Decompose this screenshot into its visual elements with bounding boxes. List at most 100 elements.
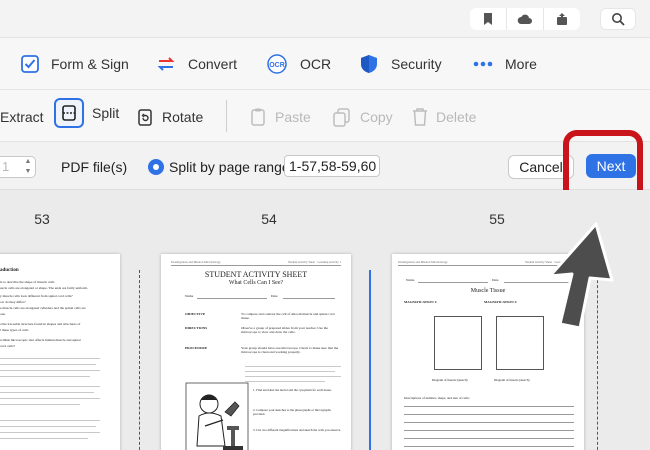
sketch-caption: Diagram of muscle (sketch) [432, 378, 468, 382]
shield-icon [361, 55, 377, 73]
page-thumbnail-53[interactable]: aduction ls to describe the shape of mus… [0, 254, 120, 450]
row-label: DIRECTIONS [185, 326, 208, 330]
search-button[interactable] [600, 8, 636, 30]
more-dots-icon [473, 61, 493, 67]
chevron-down-icon[interactable]: ▼ [25, 168, 32, 176]
row-label: OBJECTIVE [185, 312, 206, 316]
extract-label: Extract [0, 109, 44, 125]
page-text-line: a the traceable structure found in shape… [0, 322, 81, 326]
bookmark-icon [484, 13, 492, 25]
page-subtitle: What Cells Can I See? [228, 280, 284, 286]
toolbar-label: Form & Sign [51, 56, 129, 72]
delete-label: Delete [436, 109, 477, 125]
app-window: Form & Sign Convert OCR OCR Security Mor… [0, 0, 650, 450]
stepper-arrows[interactable]: ▲ ▼ [23, 158, 33, 176]
page-selection-indicator [369, 270, 371, 450]
procedure-step: 1. Find and label the nuclei and the cyt… [253, 388, 332, 392]
sketch-caption: Diagram of muscle (sketch) [494, 378, 530, 382]
toolbar-label: Security [391, 56, 442, 72]
chevron-up-icon[interactable]: ▲ [25, 158, 32, 166]
titlebar-button-group [470, 8, 580, 30]
convert-icon [157, 57, 175, 71]
page-text-line: aduction [0, 268, 19, 273]
toolbar-convert[interactable]: Convert [156, 52, 237, 76]
magnification-label: MAGNIFICATION 2: [484, 300, 518, 304]
page-text-line: e muscle cells are elongated cylinders a… [0, 306, 86, 310]
student-microscope-illustration [185, 382, 249, 450]
svg-text:OCR: OCR [269, 62, 285, 69]
split-by-range-radio[interactable] [148, 159, 164, 175]
cloud-icon [517, 14, 532, 24]
magnification-label: MAGNIFICATION 1: [404, 300, 438, 304]
page-text-line: y muscle cells look different from spina… [0, 294, 73, 298]
page-header-left: Investigations and Mission Microbiology [171, 260, 221, 264]
page-range-input[interactable]: 1-57,58-59,60 [284, 155, 380, 177]
copy-label: Copy [360, 109, 393, 125]
split-button[interactable]: Split [54, 98, 120, 128]
rotate-button[interactable]: Rotate [136, 104, 203, 130]
bookmark-button[interactable] [470, 8, 506, 30]
page-text-line: l these types of cells [0, 328, 29, 332]
search-icon [612, 13, 625, 26]
page-number: 54 [261, 211, 277, 227]
trash-icon [413, 108, 427, 126]
copy-button[interactable]: Copy [332, 104, 393, 130]
description-label: Descriptions of number, shape, and size … [404, 396, 470, 400]
toolbar-label: More [505, 56, 537, 72]
delete-button[interactable]: Delete [412, 104, 476, 130]
procedure-step: 3. Use two different magnifications and … [253, 428, 341, 432]
pdf-files-label: PDF file(s) [61, 159, 128, 175]
share-button[interactable] [544, 8, 580, 30]
copy-icon [333, 108, 350, 127]
split-by-range-label[interactable]: Split by page range [169, 159, 290, 175]
cursor-arrow-icon [548, 222, 614, 330]
toolbar-label: OCR [300, 56, 332, 72]
file-count-stepper[interactable]: 1 ▲ ▼ [0, 156, 36, 178]
page-number: 55 [489, 211, 505, 227]
file-count-value: 1 [2, 159, 10, 174]
sketch-box [434, 316, 482, 370]
page-text-line: u think microscopic size affects human m… [0, 338, 81, 342]
split-label: Split [92, 105, 120, 121]
page-tools-toolbar: Extract Split Rotate Paste Copy Delete [0, 90, 650, 142]
row-text: To compare and contrast the cell of smoo… [241, 312, 335, 320]
page-text-line: ons. [0, 312, 6, 316]
paste-button[interactable]: Paste [249, 104, 311, 130]
extract-button[interactable]: Extract [0, 104, 44, 130]
page-header-right: Student Activity Sheet · Learning Activi… [288, 260, 341, 264]
radio-selected-dot [153, 164, 159, 170]
page-header-left: Investigations and Mission Microbiology [398, 260, 448, 264]
toolbar-divider [226, 100, 227, 132]
paste-icon [251, 108, 265, 126]
page-text-line: ow do they differ? [0, 300, 26, 304]
share-icon [557, 13, 567, 25]
split-icon [54, 98, 84, 128]
rotate-label: Rotate [162, 109, 204, 125]
page-text-line: ls to describe the shape of muscle cells [0, 280, 55, 284]
toolbar-more[interactable]: More [473, 52, 537, 76]
page-name-label: Name [185, 294, 194, 298]
main-toolbar: Form & Sign Convert OCR OCR Security Mor… [0, 38, 650, 90]
page-text-line: cord cells? [0, 344, 16, 348]
row-text: Your group should have one microscope. C… [241, 346, 339, 354]
page-number: 53 [34, 211, 50, 227]
procedure-step: 2. Compare your sketches to the photogra… [253, 408, 331, 416]
page-title: STUDENT ACTIVITY SHEET [204, 270, 308, 279]
checkbox-icon [21, 55, 39, 73]
row-text: Observe a group of prepared slides from … [241, 326, 328, 334]
page-split-marker [139, 270, 140, 450]
title-bar [0, 0, 650, 38]
row-label: PROCEDURE [185, 346, 208, 350]
toolbar-label: Convert [188, 56, 238, 72]
toolbar-ocr[interactable]: OCR OCR [266, 52, 331, 76]
page-date-label: Date [492, 278, 499, 282]
paste-label: Paste [275, 109, 311, 125]
page-thumbnail-54[interactable]: Investigations and Mission Microbiology … [161, 254, 351, 450]
page-text-line: uscle cells are elongated or shape. The … [0, 286, 88, 290]
page-name-label: Name [406, 278, 415, 282]
toolbar-security[interactable]: Security [359, 52, 442, 76]
cloud-button[interactable] [507, 8, 543, 30]
page-date-label: Date [271, 294, 278, 298]
ocr-icon: OCR [267, 54, 287, 74]
toolbar-form-sign[interactable]: Form & Sign [21, 52, 129, 76]
